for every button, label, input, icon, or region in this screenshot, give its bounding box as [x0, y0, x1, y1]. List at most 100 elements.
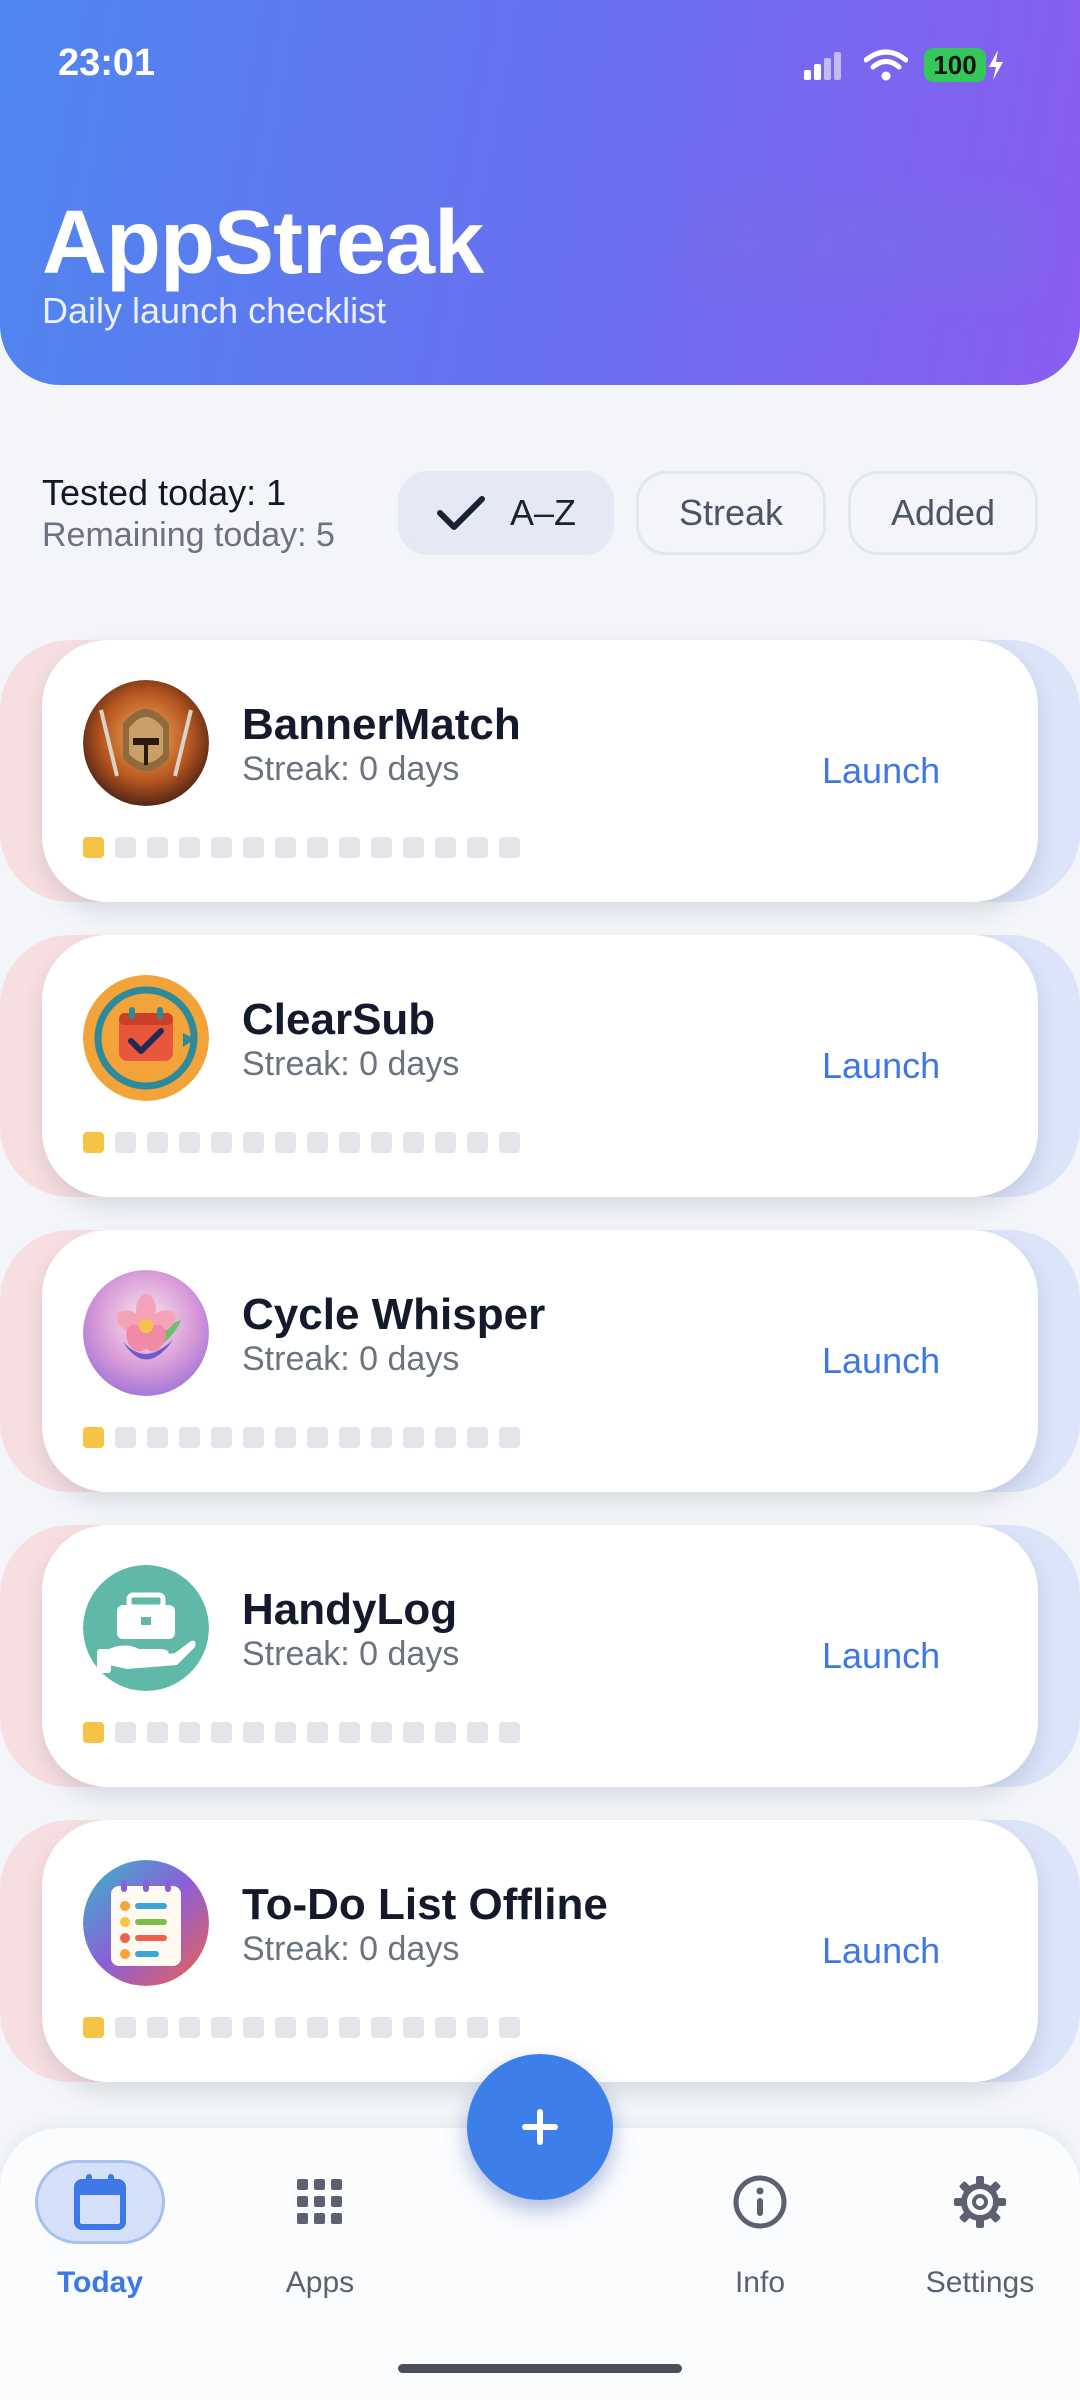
app-streak: Streak: 0 days — [242, 750, 460, 788]
calendar-check-icon — [83, 975, 209, 1101]
streak-day-pending — [211, 1132, 232, 1153]
streak-day-pending — [467, 1132, 488, 1153]
streak-day-pending — [179, 2017, 200, 2038]
streak-day-pending — [307, 1427, 328, 1448]
wifi-icon — [864, 49, 908, 81]
streak-day-pending — [499, 1427, 520, 1448]
streak-day-done — [83, 837, 104, 858]
streak-day-done — [83, 1427, 104, 1448]
streak-day-pending — [243, 1132, 264, 1153]
app-card-row: BannerMatch Streak: 0 days Launch — [0, 640, 1080, 902]
nav-icon-wrap — [695, 2160, 825, 2244]
nav-icon-wrap — [35, 2160, 165, 2244]
knight-helmet-icon — [83, 680, 209, 806]
streak-day-pending — [179, 1132, 200, 1153]
streak-day-pending — [147, 1132, 168, 1153]
streak-day-pending — [403, 2017, 424, 2038]
status-time: 23:01 — [58, 42, 156, 84]
streak-day-pending — [403, 1722, 424, 1743]
app-title: AppStreak — [42, 193, 484, 293]
app-card[interactable]: HandyLog Streak: 0 days Launch — [42, 1525, 1038, 1787]
app-subtitle: Daily launch checklist — [42, 290, 387, 331]
app-card[interactable]: BannerMatch Streak: 0 days Launch — [42, 640, 1038, 902]
streak-day-pending — [371, 1427, 392, 1448]
streak-dots — [83, 837, 520, 858]
nav-apps[interactable]: Apps — [240, 2160, 400, 2310]
streak-day-pending — [243, 837, 264, 858]
app-card[interactable]: ClearSub Streak: 0 days Launch — [42, 935, 1038, 1197]
streak-day-pending — [339, 837, 360, 858]
launch-button[interactable]: Launch — [822, 1340, 940, 1382]
streak-day-pending — [275, 2017, 296, 2038]
streak-day-pending — [371, 2017, 392, 2038]
streak-day-pending — [307, 1722, 328, 1743]
streak-day-pending — [243, 1722, 264, 1743]
nav-info[interactable]: Info — [680, 2160, 840, 2310]
remaining-today-count: Remaining today: 5 — [42, 516, 335, 554]
sort-chip-az[interactable]: A–Z — [398, 471, 614, 555]
streak-day-pending — [275, 1427, 296, 1448]
streak-day-done — [83, 1132, 104, 1153]
streak-day-pending — [467, 837, 488, 858]
streak-day-pending — [499, 1722, 520, 1743]
streak-day-pending — [115, 2017, 136, 2038]
sort-chip-added[interactable]: Added — [848, 471, 1038, 555]
app-name: BannerMatch — [242, 700, 521, 749]
app-streak: Streak: 0 days — [242, 1635, 460, 1673]
streak-day-pending — [211, 837, 232, 858]
nav-today[interactable]: Today — [20, 2160, 180, 2310]
streak-day-pending — [467, 1427, 488, 1448]
status-bar: 23:01 100 — [0, 0, 1080, 120]
streak-day-pending — [115, 1722, 136, 1743]
streak-dots — [83, 2017, 520, 2038]
flower-icon — [83, 1270, 209, 1396]
app-card-row: Cycle Whisper Streak: 0 days Launch — [0, 1230, 1080, 1492]
streak-day-pending — [307, 2017, 328, 2038]
streak-day-pending — [339, 2017, 360, 2038]
launch-button[interactable]: Launch — [822, 1930, 940, 1972]
streak-day-pending — [499, 2017, 520, 2038]
launch-button[interactable]: Launch — [822, 1635, 940, 1677]
streak-day-pending — [179, 837, 200, 858]
app-streak: Streak: 0 days — [242, 1045, 460, 1083]
app-root: 23:01 100 AppStreak Daily launch checkli… — [0, 0, 1080, 2400]
streak-day-pending — [275, 1132, 296, 1153]
streak-dots — [83, 1427, 520, 1448]
streak-day-pending — [179, 1427, 200, 1448]
streak-day-done — [83, 1722, 104, 1743]
streak-dots — [83, 1722, 520, 1743]
streak-day-pending — [435, 1427, 456, 1448]
streak-day-pending — [307, 837, 328, 858]
streak-day-pending — [339, 1722, 360, 1743]
launch-button[interactable]: Launch — [822, 750, 940, 792]
streak-day-pending — [499, 1132, 520, 1153]
app-card-row: ClearSub Streak: 0 days Launch — [0, 935, 1080, 1197]
sort-chip-label: A–Z — [509, 492, 577, 533]
nav-settings[interactable]: Settings — [900, 2160, 1060, 2310]
streak-day-pending — [211, 1427, 232, 1448]
sort-chip-label: Added — [890, 492, 996, 533]
streak-day-pending — [467, 2017, 488, 2038]
sort-chip-streak[interactable]: Streak — [636, 471, 826, 555]
app-card[interactable]: Cycle Whisper Streak: 0 days Launch — [42, 1230, 1038, 1492]
home-indicator[interactable] — [398, 2364, 682, 2373]
streak-day-pending — [403, 1427, 424, 1448]
streak-day-pending — [339, 1427, 360, 1448]
add-app-button[interactable] — [467, 2054, 613, 2200]
checklist-icon — [83, 1860, 209, 1986]
streak-day-pending — [435, 837, 456, 858]
nav-label: Apps — [285, 2266, 355, 2299]
streak-day-pending — [371, 837, 392, 858]
streak-day-pending — [115, 1132, 136, 1153]
app-name: ClearSub — [242, 995, 436, 1044]
streak-day-pending — [403, 1132, 424, 1153]
streak-day-pending — [467, 1722, 488, 1743]
gear-icon — [954, 2176, 1006, 2228]
app-card[interactable]: To-Do List Offline Streak: 0 days Launch — [42, 1820, 1038, 2082]
grid-icon — [297, 2179, 342, 2224]
launch-button[interactable]: Launch — [822, 1045, 940, 1087]
app-streak: Streak: 0 days — [242, 1340, 460, 1378]
checkmark-icon — [436, 496, 485, 530]
streak-day-pending — [307, 1132, 328, 1153]
app-streak: Streak: 0 days — [242, 1930, 460, 1968]
